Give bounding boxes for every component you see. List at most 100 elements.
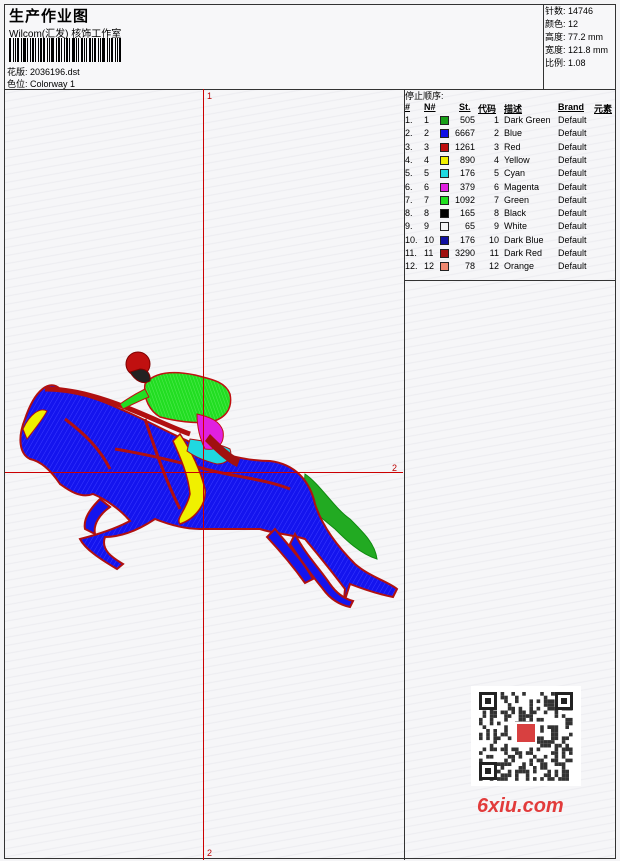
qr-module <box>518 754 523 759</box>
stop-sequence-row: 3. 3 1261 3 Red Default <box>405 142 615 155</box>
color-swatch <box>440 155 449 165</box>
barcode-bar <box>47 38 48 62</box>
color-code: 1 <box>493 115 499 125</box>
qr-module <box>504 732 508 737</box>
qr-module <box>565 773 569 778</box>
qr-module <box>485 698 491 704</box>
qr-module <box>504 725 508 729</box>
needle-number: 9 <box>424 221 430 232</box>
qr-code <box>471 686 581 786</box>
qr-module <box>479 751 483 755</box>
qr-module <box>507 703 512 707</box>
qr-module <box>551 725 555 729</box>
qr-module <box>518 706 523 711</box>
stop-sequence-row: 10. 10 176 10 Dark Blue Default <box>405 235 615 248</box>
qr-module <box>515 747 519 752</box>
color-swatch <box>440 222 449 232</box>
qr-module <box>529 699 533 704</box>
qr-module <box>529 714 533 718</box>
qr-module <box>525 777 530 781</box>
qr-module <box>551 699 555 704</box>
barcode-bar <box>81 38 83 62</box>
qr-module <box>551 736 555 741</box>
color-code: 9 <box>493 221 499 232</box>
qr-module <box>529 747 533 752</box>
stop-sequence-row: 5. 5 176 5 Cyan Default <box>405 168 615 181</box>
qr-module <box>482 725 487 729</box>
qr-module <box>500 762 505 766</box>
qr-module <box>489 721 494 726</box>
qr-module <box>547 740 551 744</box>
qr-module <box>529 762 533 766</box>
thread-brand: Default <box>558 234 587 245</box>
qr-module <box>554 758 559 763</box>
barcode-bar <box>27 38 28 62</box>
qr-module <box>533 754 537 759</box>
qr-module <box>497 769 501 774</box>
qr-module <box>529 758 533 763</box>
qr-module <box>486 754 490 759</box>
stitch-count: 针数: 14746 <box>545 6 594 16</box>
qr-module <box>479 736 483 741</box>
color-swatch <box>440 249 449 258</box>
qr-module <box>543 695 548 700</box>
qr-module <box>551 729 555 733</box>
qr-module <box>547 725 551 729</box>
color-swatch <box>440 195 449 205</box>
barcode-bar <box>61 38 62 62</box>
row-number: 12. <box>405 261 418 272</box>
qr-module <box>561 754 566 759</box>
qr-module <box>500 695 505 700</box>
qr-module <box>489 747 494 752</box>
qr-module <box>529 717 533 722</box>
color-code: 5 <box>493 168 499 179</box>
qr-module <box>540 766 544 770</box>
color-swatch <box>440 262 449 272</box>
qr-module <box>547 777 551 781</box>
qr-module <box>515 773 519 778</box>
design-width: 宽度: 121.8 mm <box>545 45 609 55</box>
row-number: 7. <box>405 194 413 205</box>
qr-module <box>517 724 535 742</box>
qr-module <box>522 692 526 696</box>
row-number: 4. <box>405 154 413 165</box>
col-header-code: 代码 <box>478 104 497 114</box>
qr-module <box>504 717 508 722</box>
thread-brand: Default <box>558 128 587 139</box>
qr-module <box>529 706 533 711</box>
design-file-value: 2036196.dst <box>30 67 80 77</box>
qr-module <box>533 769 537 774</box>
qr-module <box>565 743 569 748</box>
color-description: Dark Blue <box>504 234 544 245</box>
qr-module <box>518 769 523 774</box>
col-header-st: St. <box>459 102 471 112</box>
barcode-bar <box>9 38 11 62</box>
color-code: 6 <box>493 181 499 192</box>
thread-brand: Default <box>558 194 587 205</box>
stitch-count-cell: 1092 <box>454 194 475 205</box>
qr-module <box>554 710 559 715</box>
qr-module <box>529 703 533 707</box>
qr-module <box>536 717 541 722</box>
qr-module <box>540 777 544 781</box>
color-code: 2 <box>493 128 499 139</box>
qr-module <box>558 762 562 766</box>
stitch-count-cell: 379 <box>459 181 475 192</box>
qr-module <box>500 766 505 770</box>
qr-module <box>511 710 515 715</box>
barcode-bar <box>117 38 118 62</box>
qr-module <box>493 747 497 752</box>
qr-module <box>493 732 497 737</box>
qr-module <box>543 740 548 744</box>
stitch-count-cell: 65 <box>464 221 475 232</box>
qr-module <box>511 758 515 763</box>
barcode-bar <box>40 38 42 62</box>
vertical-centerline <box>203 89 204 860</box>
axis-label-right: 2 <box>392 463 398 473</box>
qr-module <box>511 747 515 752</box>
row-number: 11. <box>405 248 417 258</box>
qr-module <box>522 762 526 766</box>
qr-module <box>511 706 515 711</box>
qr-module <box>561 762 566 766</box>
qr-module <box>497 721 501 726</box>
